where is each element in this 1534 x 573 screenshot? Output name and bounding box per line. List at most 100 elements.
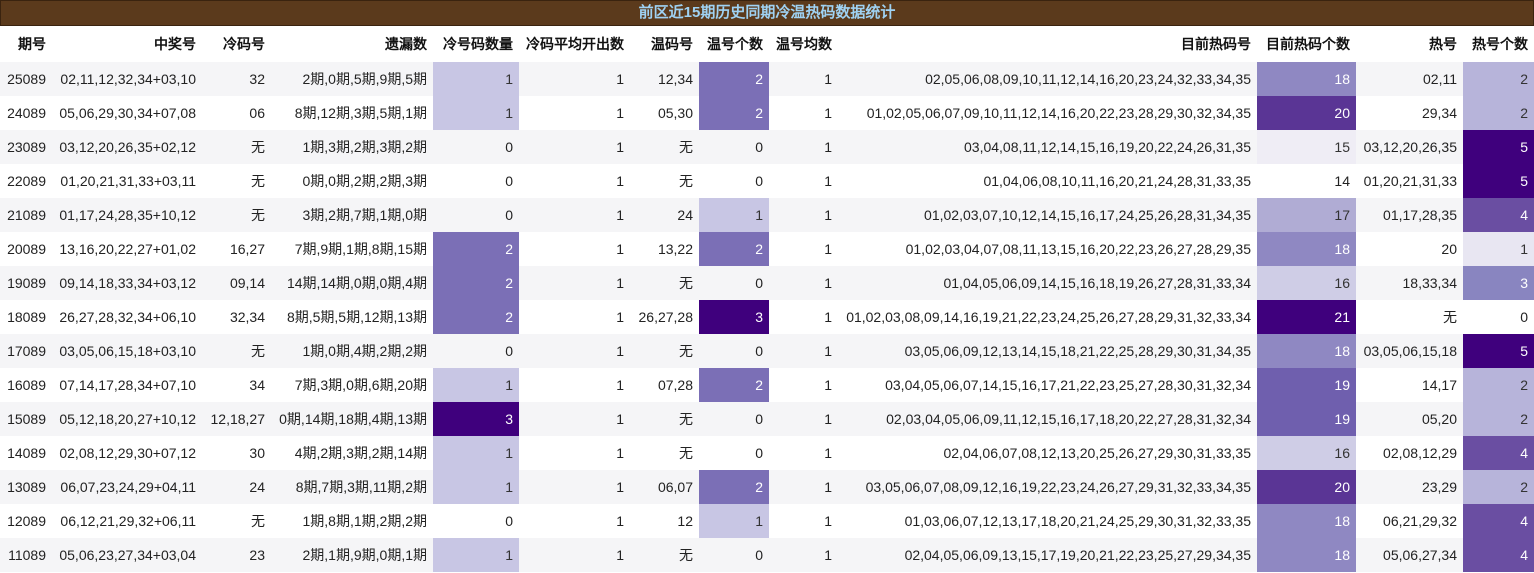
header-winning-numbers: 中奖号 (52, 26, 202, 62)
cell-cold-numbers: 09,14 (202, 266, 271, 300)
cell-warm-numbers: 无 (630, 130, 699, 164)
cell-hot-numbers: 05,20 (1356, 402, 1463, 436)
cell-cold-numbers: 24 (202, 470, 271, 504)
cell-current-hot-numbers: 03,05,06,09,12,13,14,15,18,21,22,25,28,2… (838, 334, 1257, 368)
cell-cold-numbers: 16,27 (202, 232, 271, 266)
cell-current-hot-numbers: 01,02,03,08,09,14,16,19,21,22,23,24,25,2… (838, 300, 1257, 334)
cell-period: 22089 (0, 164, 52, 198)
cell-winning-numbers: 06,12,21,29,32+06,11 (52, 504, 202, 538)
cell-current-hot-count: 20 (1257, 96, 1356, 130)
cell-cold-count: 2 (433, 300, 519, 334)
cell-winning-numbers: 13,16,20,22,27+01,02 (52, 232, 202, 266)
cell-miss-counts: 2期,0期,5期,9期,5期 (271, 62, 433, 96)
table-row: 13089 06,07,23,24,29+04,11 24 8期,7期,3期,11期,… (0, 470, 1534, 504)
cell-cold-count: 3 (433, 402, 519, 436)
cell-warm-avg: 1 (769, 538, 838, 572)
table-body: 25089 02,11,12,32,34+03,10 32 2期,0期,5期,9期,5… (0, 62, 1534, 572)
cell-winning-numbers: 03,05,06,15,18+03,10 (52, 334, 202, 368)
cell-current-hot-count: 17 (1257, 198, 1356, 232)
cell-current-hot-count: 18 (1257, 504, 1356, 538)
cell-cold-avg: 1 (519, 232, 630, 266)
header-hot-numbers: 热号 (1356, 26, 1463, 62)
cell-winning-numbers: 01,20,21,31,33+03,11 (52, 164, 202, 198)
cell-winning-numbers: 03,12,20,26,35+02,12 (52, 130, 202, 164)
cell-cold-avg: 1 (519, 130, 630, 164)
cell-warm-numbers: 无 (630, 164, 699, 198)
cell-warm-count: 0 (699, 130, 769, 164)
table-row: 11089 05,06,23,27,34+03,04 23 2期,1期,9期,0期,1… (0, 538, 1534, 572)
cell-hot-count: 2 (1463, 96, 1534, 130)
cell-warm-numbers: 无 (630, 266, 699, 300)
cell-warm-count: 2 (699, 96, 769, 130)
cell-current-hot-numbers: 02,04,05,06,09,13,15,17,19,20,21,22,23,2… (838, 538, 1257, 572)
cell-miss-counts: 8期,5期,5期,12期,13期 (271, 300, 433, 334)
cell-winning-numbers: 09,14,18,33,34+03,12 (52, 266, 202, 300)
cell-warm-count: 1 (699, 504, 769, 538)
cell-cold-avg: 1 (519, 436, 630, 470)
cell-warm-count: 1 (699, 198, 769, 232)
cell-hot-count: 4 (1463, 198, 1534, 232)
cell-warm-numbers: 13,22 (630, 232, 699, 266)
cell-warm-count: 0 (699, 266, 769, 300)
cell-miss-counts: 1期,8期,1期,2期,2期 (271, 504, 433, 538)
cell-cold-avg: 1 (519, 334, 630, 368)
cell-warm-avg: 1 (769, 62, 838, 96)
cell-cold-avg: 1 (519, 368, 630, 402)
header-miss-counts: 遗漏数 (271, 26, 433, 62)
cell-warm-avg: 1 (769, 198, 838, 232)
cell-cold-count: 1 (433, 96, 519, 130)
table-row: 22089 01,20,21,31,33+03,11 无 0期,0期,2期,2期,3期… (0, 164, 1534, 198)
cell-cold-count: 0 (433, 164, 519, 198)
cell-warm-avg: 1 (769, 164, 838, 198)
cell-hot-count: 4 (1463, 436, 1534, 470)
cell-period: 13089 (0, 470, 52, 504)
cell-current-hot-count: 14 (1257, 164, 1356, 198)
cell-current-hot-numbers: 01,02,05,06,07,09,10,11,12,14,16,20,22,2… (838, 96, 1257, 130)
cell-cold-numbers: 无 (202, 130, 271, 164)
cell-current-hot-count: 20 (1257, 470, 1356, 504)
table-row: 17089 03,05,06,15,18+03,10 无 1期,0期,4期,2期,2期… (0, 334, 1534, 368)
cell-current-hot-count: 18 (1257, 232, 1356, 266)
cell-current-hot-count: 18 (1257, 538, 1356, 572)
cell-miss-counts: 3期,2期,7期,1期,0期 (271, 198, 433, 232)
table-row: 23089 03,12,20,26,35+02,12 无 1期,3期,2期,3期,2期… (0, 130, 1534, 164)
cell-hot-numbers: 18,33,34 (1356, 266, 1463, 300)
cell-warm-avg: 1 (769, 266, 838, 300)
cell-warm-numbers: 无 (630, 334, 699, 368)
cell-current-hot-numbers: 02,04,06,07,08,12,13,20,25,26,27,29,30,3… (838, 436, 1257, 470)
cell-hot-count: 0 (1463, 300, 1534, 334)
cell-cold-numbers: 32 (202, 62, 271, 96)
cell-cold-count: 1 (433, 538, 519, 572)
cell-warm-avg: 1 (769, 96, 838, 130)
cell-warm-avg: 1 (769, 232, 838, 266)
cell-winning-numbers: 06,07,23,24,29+04,11 (52, 470, 202, 504)
cell-warm-avg: 1 (769, 504, 838, 538)
data-table: 期号 中奖号 冷码号 遗漏数 冷号码数量 冷码平均开出数 温码号 温号个数 温号均数 目前热码号目… (0, 26, 1534, 572)
cell-current-hot-numbers: 02,05,06,08,09,10,11,12,14,16,20,23,24,3… (838, 62, 1257, 96)
header-cold-numbers: 冷码号 (202, 26, 271, 62)
cell-miss-counts: 2期,1期,9期,0期,1期 (271, 538, 433, 572)
cell-warm-count: 0 (699, 402, 769, 436)
cell-cold-numbers: 30 (202, 436, 271, 470)
cell-cold-numbers: 23 (202, 538, 271, 572)
cell-cold-avg: 1 (519, 538, 630, 572)
cell-cold-numbers: 06 (202, 96, 271, 130)
cell-warm-avg: 1 (769, 402, 838, 436)
cell-hot-numbers: 06,21,29,32 (1356, 504, 1463, 538)
cell-cold-count: 0 (433, 130, 519, 164)
cell-cold-count: 2 (433, 266, 519, 300)
cell-cold-count: 1 (433, 368, 519, 402)
table-row: 20089 13,16,20,22,27+01,02 16,27 7期,9期,1期,8… (0, 232, 1534, 266)
cell-cold-count: 1 (433, 62, 519, 96)
cell-miss-counts: 7期,3期,0期,6期,20期 (271, 368, 433, 402)
page-title: 前区近15期历史同期冷温热码数据统计 (0, 0, 1534, 26)
cell-cold-numbers: 无 (202, 504, 271, 538)
cell-current-hot-numbers: 03,04,05,06,07,14,15,16,17,21,22,23,25,2… (838, 368, 1257, 402)
cell-current-hot-numbers: 03,04,08,11,12,14,15,16,19,20,22,24,26,3… (838, 130, 1257, 164)
header-hot-count: 热号个数 (1463, 26, 1534, 62)
cell-current-hot-numbers: 01,04,06,08,10,11,16,20,21,24,28,31,33,3… (838, 164, 1257, 198)
cell-miss-counts: 0期,0期,2期,2期,3期 (271, 164, 433, 198)
cell-hot-count: 5 (1463, 334, 1534, 368)
table-row: 15089 05,12,18,20,27+10,12 12,18,27 0期,14期,… (0, 402, 1534, 436)
cell-cold-avg: 1 (519, 300, 630, 334)
